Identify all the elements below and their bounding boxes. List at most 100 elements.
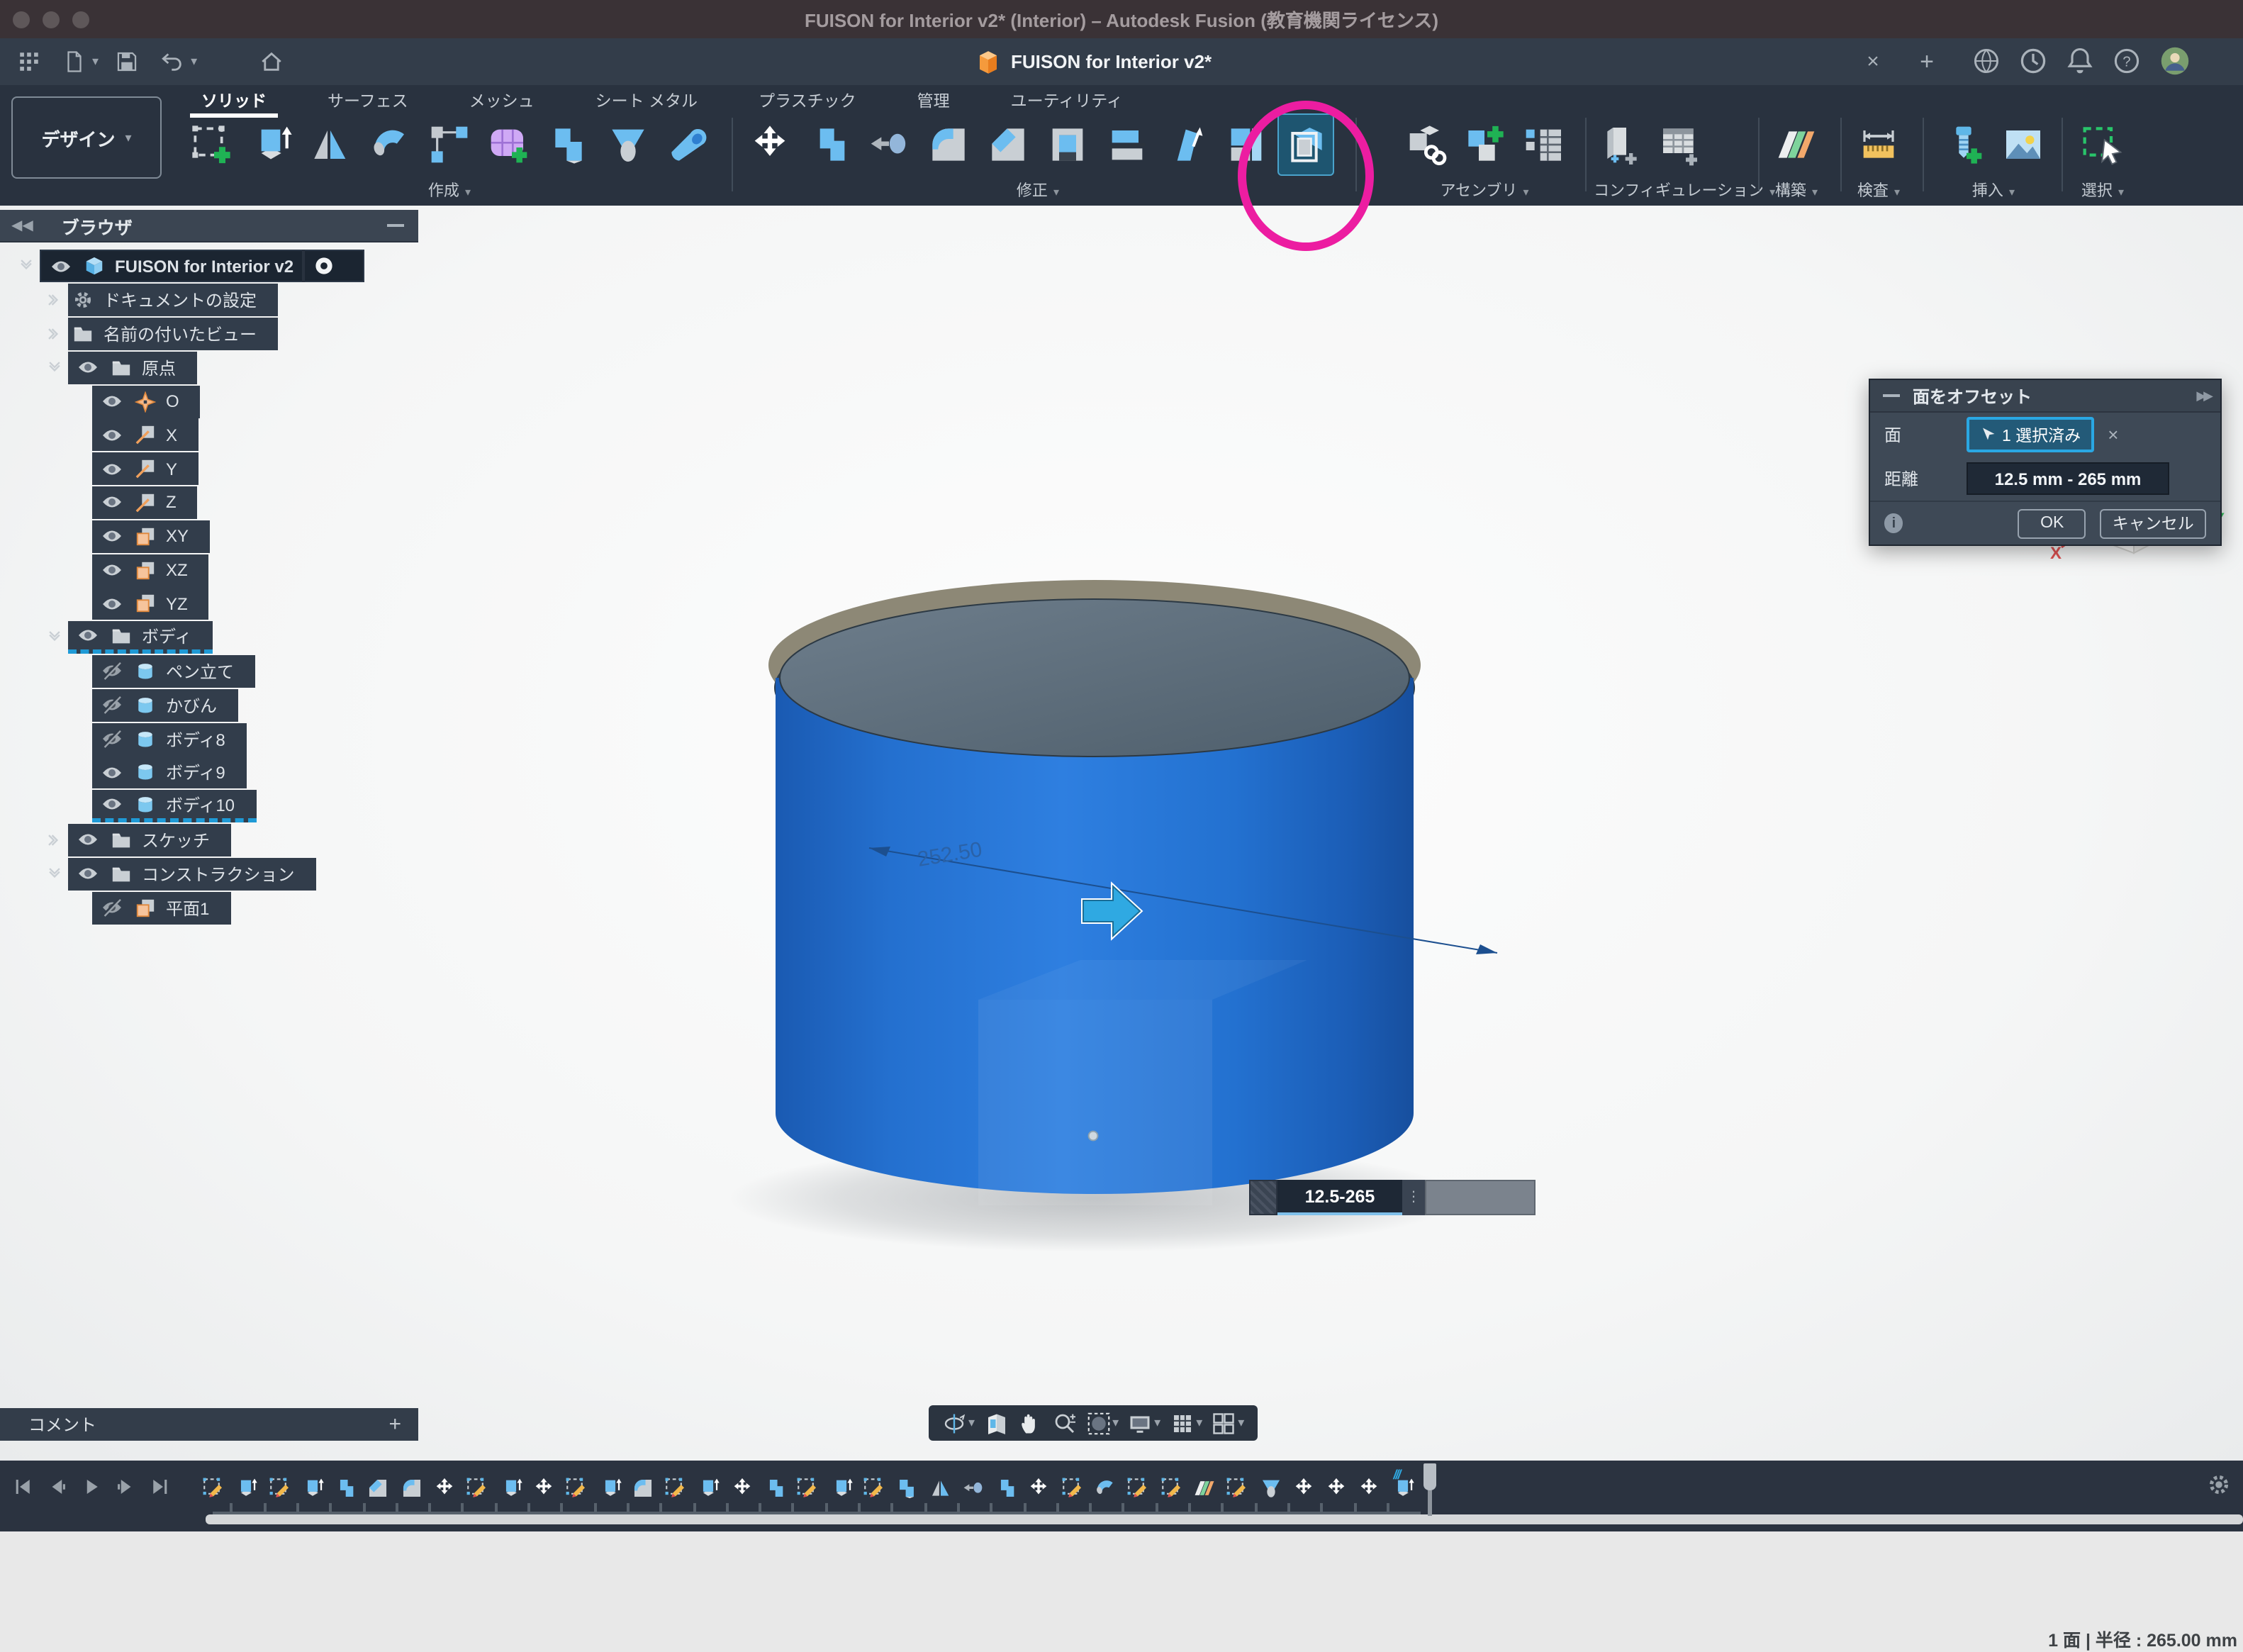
timeline-feature-move[interactable] <box>432 1470 457 1502</box>
browser-node[interactable]: ペン立て <box>92 655 255 688</box>
derive-button[interactable] <box>1398 115 1452 174</box>
pipe-button[interactable] <box>661 115 715 174</box>
tab-サーフェス[interactable]: サーフェス <box>308 85 428 115</box>
browser-row-O[interactable]: O <box>0 384 418 418</box>
face-selection-chip[interactable]: 1 選択済み <box>1967 417 2093 452</box>
group-label-アセンブリ[interactable]: アセンブリ ▾ <box>1398 179 1571 201</box>
loft-button[interactable] <box>542 115 595 174</box>
browser-row-名前の付いたビュー[interactable]: 名前の付いたビュー <box>0 317 418 351</box>
playback-play-button[interactable] <box>77 1469 106 1503</box>
notifications-bell-icon[interactable] <box>2064 45 2096 77</box>
browser-row-XZ[interactable]: XZ <box>0 553 418 587</box>
timeline-feature-emboss[interactable] <box>1258 1470 1282 1502</box>
chevron-collapsed-icon[interactable] <box>41 292 68 308</box>
timeline-feature-sketch[interactable] <box>1225 1470 1249 1502</box>
clear-selection-icon[interactable]: × <box>2108 424 2118 445</box>
timeline-feature-extrude[interactable] <box>829 1470 853 1502</box>
job-status-clock-icon[interactable] <box>2018 45 2049 77</box>
timeline-feature-sketch[interactable] <box>201 1470 225 1502</box>
save-icon[interactable] <box>110 45 144 79</box>
file-menu-caret[interactable]: ▾ <box>92 54 99 69</box>
split-face-button[interactable] <box>1219 115 1273 174</box>
insert-fastener-button[interactable] <box>1937 115 1991 174</box>
visibility-eye-icon[interactable] <box>92 390 130 413</box>
insert-image-button[interactable] <box>1996 115 2050 174</box>
browser-row-FUISON for Interior v2[interactable]: FUISON for Interior v2 <box>0 250 418 284</box>
timeline-feature-move[interactable] <box>1292 1470 1316 1502</box>
popup-menu-dots-icon[interactable]: ⋮ <box>1402 1180 1425 1215</box>
timeline-feature-move[interactable] <box>1027 1470 1051 1502</box>
timeline-feature-move[interactable] <box>1358 1470 1382 1502</box>
browser-node[interactable]: O <box>92 385 201 418</box>
chevron-expanded-icon[interactable] <box>41 360 68 376</box>
home-icon[interactable] <box>254 45 288 79</box>
add-comment-icon[interactable]: + <box>388 1412 401 1436</box>
timeline-feature-sketch[interactable] <box>466 1470 490 1502</box>
browser-row-コンストラクション[interactable]: コンストラクション <box>0 857 418 891</box>
combine-button[interactable] <box>802 115 856 174</box>
comment-bar[interactable]: コメント + <box>0 1408 418 1441</box>
browser-node[interactable]: ボディ10 <box>92 790 256 822</box>
timeline-feature-sketch[interactable] <box>664 1470 688 1502</box>
timeline-feature-extrude[interactable] <box>697 1470 721 1502</box>
browser-node[interactable]: YZ <box>92 588 209 620</box>
browser-node[interactable]: ボディ8 <box>92 722 247 755</box>
fit-icon[interactable]: ▾ <box>1085 1410 1119 1436</box>
browser-row-YZ[interactable]: YZ <box>0 587 418 621</box>
ok-button[interactable]: OK <box>2018 508 2086 538</box>
timeline-feature-fillet[interactable] <box>400 1470 424 1502</box>
timeline-feature-move[interactable] <box>730 1470 754 1502</box>
visibility-eye-off-icon[interactable] <box>92 660 130 683</box>
browser-node[interactable]: ボディ9 <box>92 757 247 789</box>
emboss-button[interactable] <box>601 115 655 174</box>
timeline-feature-combine[interactable] <box>763 1470 787 1502</box>
browser-node[interactable]: X <box>92 419 198 452</box>
config-block-button[interactable] <box>1594 115 1648 174</box>
chevron-collapsed-icon[interactable] <box>41 832 68 848</box>
timeline-feature-sketch[interactable] <box>796 1470 820 1502</box>
undo-icon[interactable] <box>155 45 189 79</box>
pan-icon[interactable] <box>1017 1410 1043 1436</box>
cancel-button[interactable]: キャンセル <box>2101 508 2206 538</box>
timeline-feature-sketch[interactable] <box>267 1470 291 1502</box>
visibility-eye-icon[interactable] <box>92 525 130 548</box>
browser-row-平面1[interactable]: 平面1 <box>0 891 418 925</box>
chevron-expanded-icon[interactable] <box>41 866 68 881</box>
chevron-expanded-icon[interactable] <box>41 630 68 645</box>
new-component-button[interactable] <box>1458 115 1511 174</box>
dialog-popout-icon[interactable]: ▶▶ <box>2196 388 2210 403</box>
select-button[interactable] <box>2076 115 2130 174</box>
browser-node[interactable]: ドキュメントの設定 <box>68 284 278 316</box>
look-at-icon[interactable] <box>983 1410 1009 1436</box>
timeline-playhead[interactable] <box>1423 1463 1436 1514</box>
browser-node[interactable]: XZ <box>92 554 209 586</box>
browser-row-ボディ9[interactable]: ボディ9 <box>0 756 418 790</box>
browser-node[interactable]: XY <box>92 520 210 553</box>
visibility-eye-icon[interactable] <box>92 559 130 581</box>
popup-drag-handle[interactable] <box>1249 1180 1277 1215</box>
timeline-feature-combine[interactable] <box>994 1470 1018 1502</box>
visibility-eye-off-icon[interactable] <box>92 727 130 750</box>
draft-button[interactable] <box>1160 115 1214 174</box>
tab-close-icon[interactable]: × <box>1860 50 1886 74</box>
tab-ユーティリティ[interactable]: ユーティリティ <box>991 85 1143 115</box>
timeline-feature-sweep[interactable] <box>1093 1470 1117 1502</box>
info-icon[interactable]: i <box>1884 513 1903 533</box>
orbit-icon[interactable]: ▾ <box>941 1410 975 1436</box>
timeline-feature-extrude[interactable] <box>598 1470 622 1502</box>
secondary-value-field[interactable] <box>1425 1180 1536 1215</box>
dialog-collapse-icon[interactable] <box>1883 394 1900 397</box>
browser-node[interactable]: ボディ <box>68 621 213 654</box>
offset-distance-input[interactable]: 12.5-265 <box>1277 1180 1402 1215</box>
timeline-feature-press-pull[interactable] <box>961 1470 985 1502</box>
offset-face-button[interactable] <box>1279 115 1333 174</box>
browser-row-Y[interactable]: Y <box>0 452 418 486</box>
tab-プラスチック[interactable]: プラスチック <box>739 85 876 115</box>
browser-minimize-icon[interactable] <box>387 224 404 227</box>
user-avatar[interactable] <box>2159 45 2191 77</box>
visibility-eye-icon[interactable] <box>92 424 130 447</box>
group-label-挿入[interactable]: 挿入 ▾ <box>1937 179 2050 201</box>
timeline-feature-chamfer[interactable] <box>367 1470 391 1502</box>
config-table-button[interactable] <box>1653 115 1707 174</box>
extrude-button[interactable] <box>244 115 298 174</box>
